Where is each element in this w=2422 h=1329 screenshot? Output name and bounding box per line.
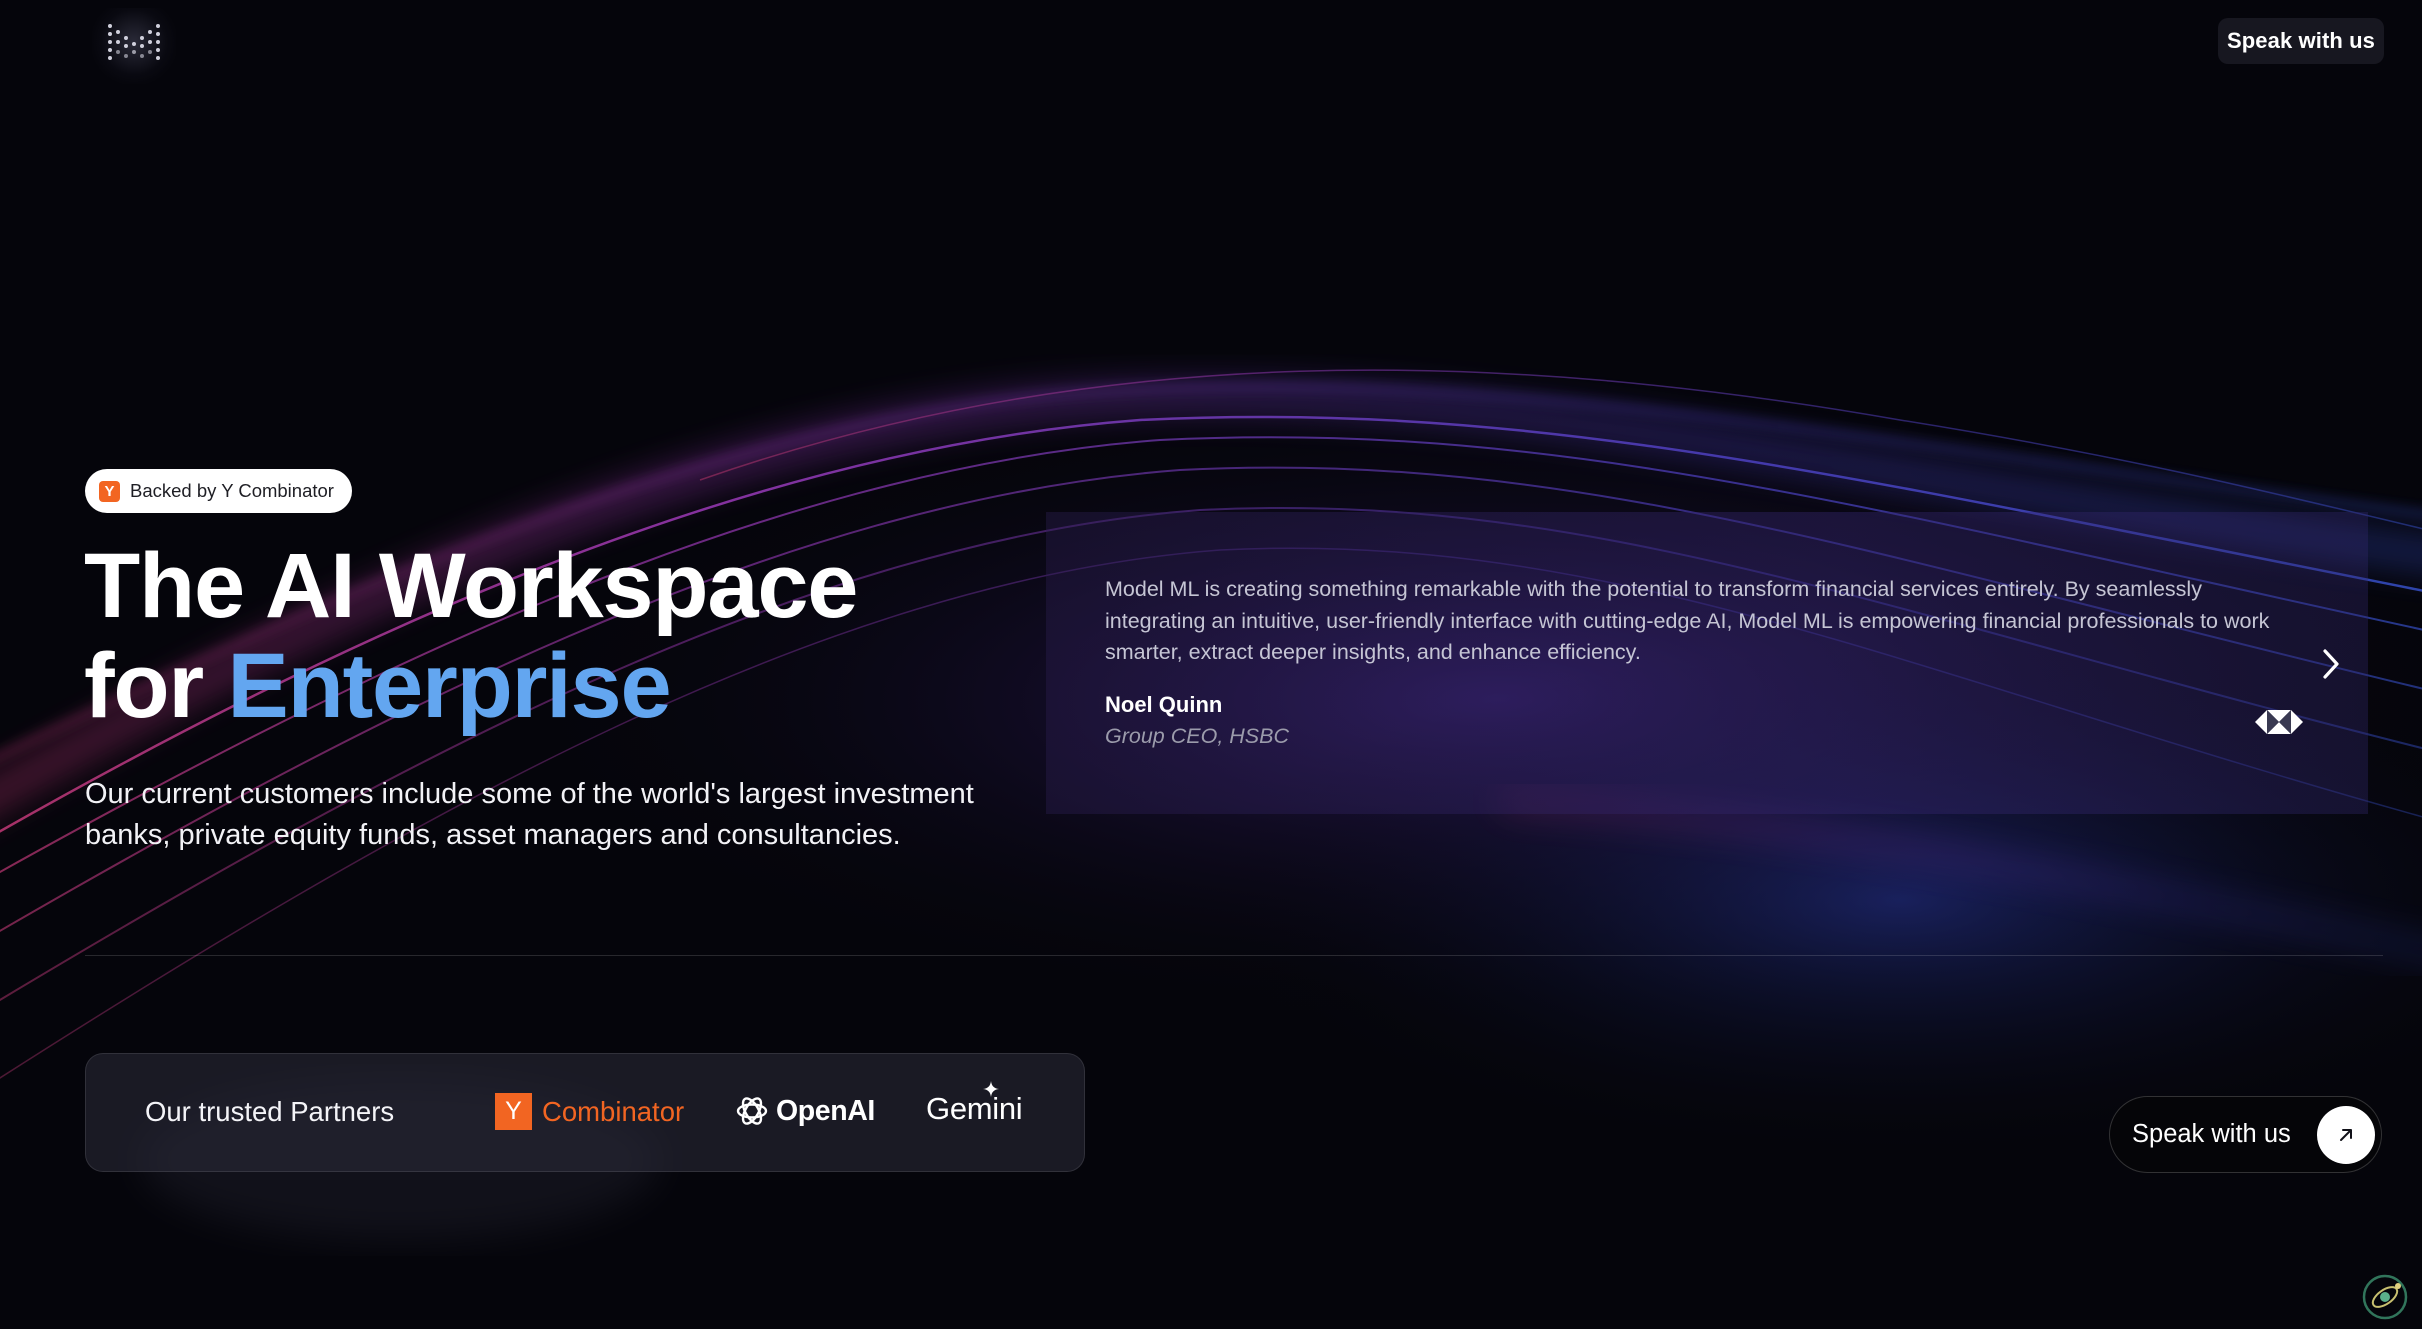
y-combinator-logo-icon: Y	[495, 1093, 532, 1130]
partner-openai: OpenAI	[734, 1093, 875, 1129]
partners-title: Our trusted Partners	[145, 1096, 395, 1127]
arrow-up-right-icon	[2317, 1106, 2375, 1164]
y-combinator-icon: Y	[99, 480, 120, 502]
hero-headline: The AI Workspace for Enterprise	[84, 535, 858, 737]
partner-y-combinator: Y Combinator	[495, 1093, 684, 1130]
hsbc-logo-icon	[2255, 710, 2303, 734]
openai-name: OpenAI	[776, 1094, 875, 1127]
speak-with-us-button[interactable]: Speak with us	[2109, 1096, 2382, 1173]
dot-grid-m-logo-icon	[108, 24, 160, 60]
chevron-right-icon[interactable]	[2316, 646, 2346, 682]
backed-by-yc-badge: Y Backed by Y Combinator	[85, 469, 352, 513]
testimonial-quote: Model ML is creating something remarkabl…	[1105, 577, 2270, 664]
trusted-partners-panel: Our trusted Partners Y Combinator OpenAI…	[85, 1053, 1085, 1172]
logo[interactable]	[92, 8, 176, 84]
testimonial-card: Model ML is creating something remarkabl…	[1046, 512, 2368, 814]
testimonial-role: Group CEO, HSBC	[1105, 724, 1289, 748]
badge-label: Backed by Y Combinator	[130, 480, 334, 501]
hero-subtext: Our current customers include some of th…	[85, 778, 974, 851]
assistant-orbit-icon[interactable]	[2360, 1272, 2410, 1322]
gemini-name: Gemini	[926, 1091, 1023, 1126]
headline-accent: Enterprise	[227, 635, 671, 737]
partner-gemini: Gemini	[926, 1081, 1023, 1127]
section-divider	[85, 955, 2383, 956]
openai-knot-icon	[736, 1097, 768, 1125]
cta-label: Speak with us	[2132, 1120, 2291, 1148]
headline-for: for	[84, 635, 228, 737]
testimonial-author: Noel Quinn	[1105, 692, 1223, 717]
sparkle-icon	[983, 1081, 999, 1097]
headline-line1: The AI Workspace	[84, 535, 858, 637]
speak-with-us-nav-button[interactable]: Speak with us	[2218, 18, 2384, 64]
y-combinator-name: Combinator	[542, 1095, 685, 1127]
